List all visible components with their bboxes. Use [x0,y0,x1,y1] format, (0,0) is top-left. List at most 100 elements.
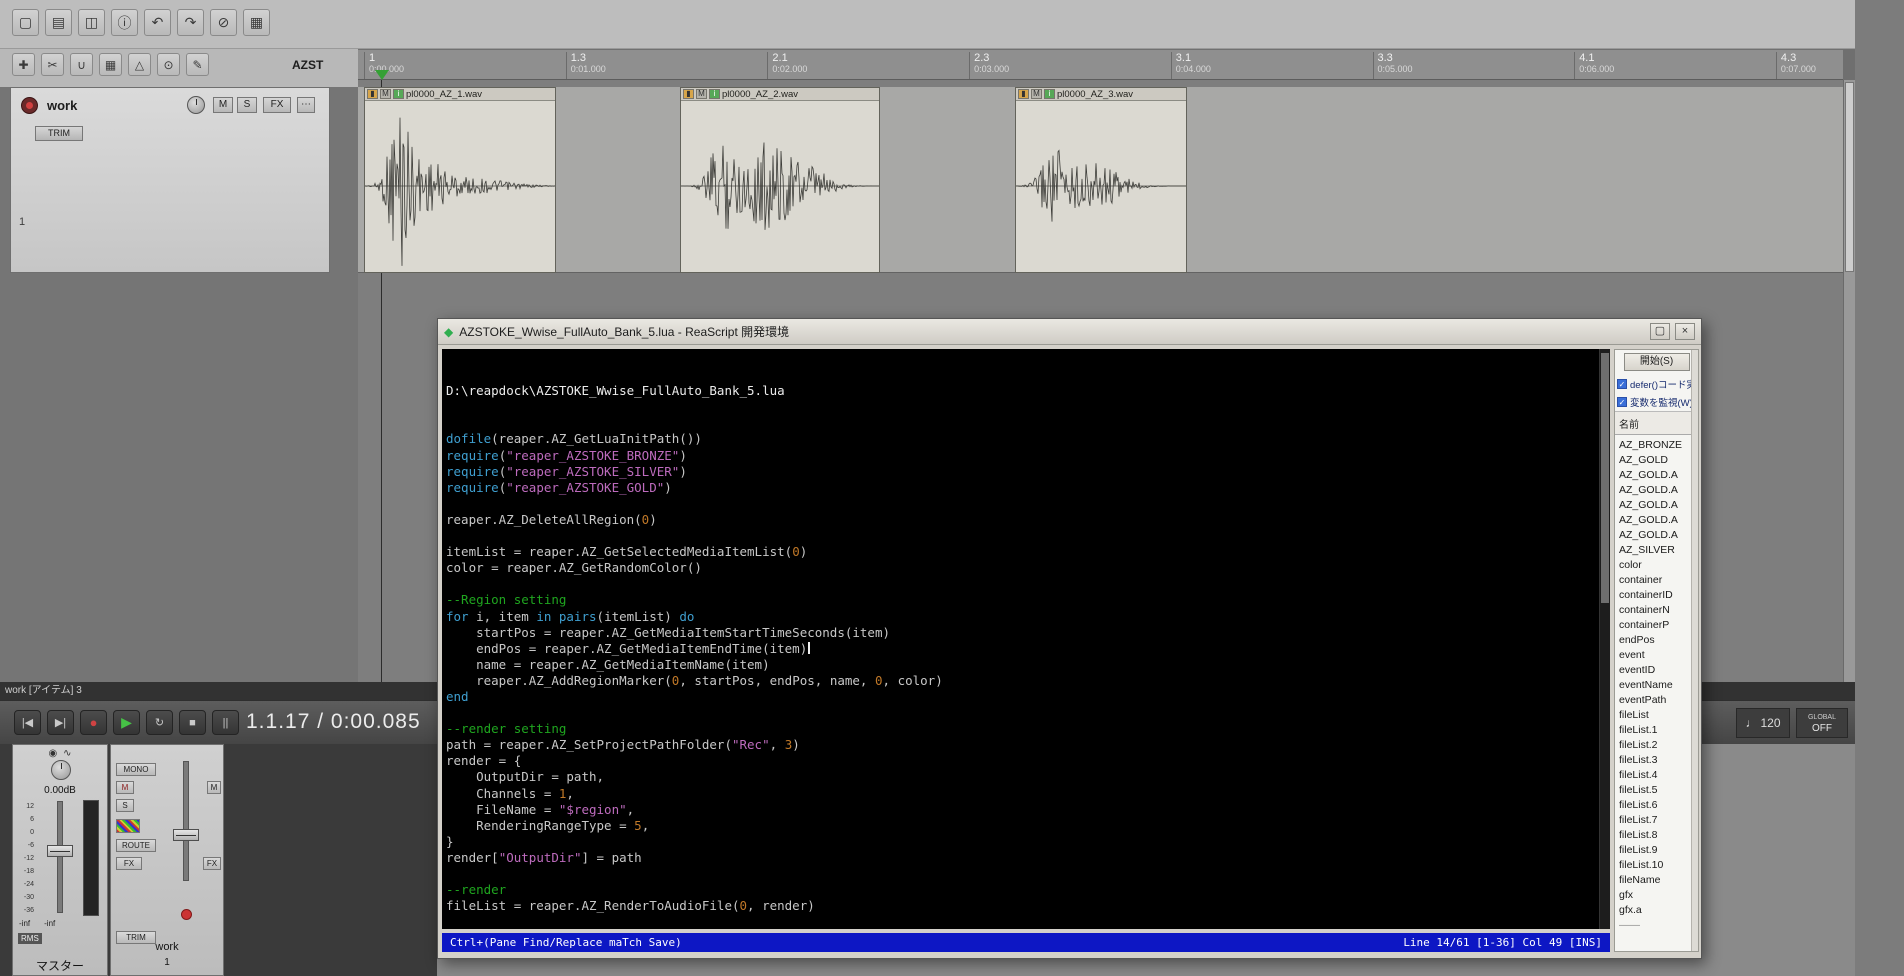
play-button[interactable]: ▶ [113,710,140,735]
panel-scrollbar[interactable] [1691,350,1698,951]
edit-cursor-icon[interactable]: ✚ [12,53,35,76]
item-mute-button[interactable]: M [1031,89,1042,99]
checkbox-checked-icon[interactable]: ✓ [1617,379,1627,389]
master-output-icon[interactable]: ◉ [48,748,57,759]
master-mono-icon[interactable]: ∿ [63,748,71,759]
undo-icon[interactable]: ↶ [144,9,171,36]
arrange-vertical-scrollbar[interactable] [1843,80,1855,682]
project-info-icon[interactable]: ⓘ [111,9,138,36]
watch-variable[interactable]: fileList.4 [1619,768,1698,783]
watch-variable[interactable]: fileList [1619,708,1698,723]
split-item-icon[interactable]: ✂ [41,53,64,76]
item-group-icon[interactable]: ▮ [367,89,378,99]
watch-variable[interactable]: containerP [1619,618,1698,633]
watch-variable[interactable]: fileList.9 [1619,843,1698,858]
edit-cursor-marker[interactable] [375,70,389,80]
watch-variable[interactable]: fileList.6 [1619,798,1698,813]
lock-toggle-icon[interactable]: ⊙ [157,53,180,76]
item-notes-button[interactable]: i [393,89,404,99]
lock-icon[interactable]: ⊘ [210,9,237,36]
master-rms-badge[interactable]: RMS [18,933,42,944]
grid-settings-icon[interactable]: ▦ [243,9,270,36]
mixer-fx-2-button[interactable]: FX [203,857,221,870]
editor-scrollbar[interactable] [1599,349,1610,929]
watch-name-header[interactable]: 名前 [1615,411,1698,435]
item-notes-button[interactable]: i [1044,89,1055,99]
item-notes-button[interactable]: i [709,89,720,99]
item-mute-button[interactable]: M [696,89,707,99]
pan-knob[interactable] [187,96,205,114]
watch-variable[interactable]: fileName [1619,873,1698,888]
tempo-value[interactable]: 120 [1760,716,1780,730]
close-button[interactable]: × [1675,323,1695,340]
watch-variable[interactable]: eventName [1619,678,1698,693]
track-fx-button[interactable]: FX [263,97,291,113]
watch-variable[interactable]: containerID [1619,588,1698,603]
goto-end-button[interactable]: ▶| [47,710,74,735]
mixer-mute-button[interactable]: M [116,781,134,794]
save-project-icon[interactable]: ◫ [78,9,105,36]
media-item[interactable]: ▮Mipl0000_AZ_3.wav [1015,87,1187,273]
watch-variable[interactable]: eventPath [1619,693,1698,708]
grid-snap-icon[interactable]: ▦ [99,53,122,76]
mixer-fx-button[interactable]: FX [116,857,142,870]
pause-button[interactable]: || [212,710,239,735]
watch-variable[interactable]: containerN [1619,603,1698,618]
mixer-solo-button[interactable]: S [116,799,134,812]
work-fader-handle[interactable] [173,829,199,841]
watch-variable[interactable]: AZ_GOLD [1619,453,1698,468]
item-group-icon[interactable]: ▮ [683,89,694,99]
watch-variable[interactable]: gfx.a [1619,903,1698,918]
transport-time-display[interactable]: 1.1.17 / 0:00.085 [246,710,421,734]
watch-variable[interactable]: fileList.3 [1619,753,1698,768]
new-project-icon[interactable]: ▢ [12,9,39,36]
track-envelope-trim-button[interactable]: TRIM [35,126,83,141]
start-script-button[interactable]: 開始(S) [1624,353,1690,371]
watch-variable[interactable]: fileList.7 [1619,813,1698,828]
stop-button[interactable]: ■ [179,710,206,735]
watch-checkbox-row[interactable]: ✓ 変数を監視(W) [1615,393,1698,411]
pan-fader[interactable] [116,819,140,833]
open-project-icon[interactable]: ▤ [45,9,72,36]
pencil-icon[interactable]: ✎ [186,53,209,76]
track-name[interactable]: work [47,98,77,113]
watch-variable[interactable]: AZ_GOLD.A [1619,528,1698,543]
mixer-mute-2-button[interactable]: M [207,781,221,794]
timeline-ruler[interactable]: 10:00.0001.30:01.0002.10:02.0002.30:03.0… [358,49,1843,80]
watch-variable[interactable]: event [1619,648,1698,663]
ide-titlebar[interactable]: ◆ AZSTOKE_Wwise_FullAuto_Bank_5.lua - Re… [438,319,1701,345]
master-mixer-strip[interactable]: ◉ ∿ 0.00dB 1260-6-12-18-24-30-36 -inf -i… [12,744,108,976]
mixer-record-arm[interactable] [181,909,192,920]
watch-variable[interactable]: fileList.5 [1619,783,1698,798]
watch-variable[interactable]: fileList.2 [1619,738,1698,753]
track-solo-button[interactable]: S [237,97,257,113]
watch-variable[interactable]: eventID [1619,663,1698,678]
metronome-icon[interactable]: △ [128,53,151,76]
watch-variable[interactable]: AZ_BRONZE [1619,438,1698,453]
watch-variable[interactable]: AZ_GOLD.A [1619,483,1698,498]
mixer-route-button[interactable]: ROUTE [116,839,156,852]
scrollbar-thumb[interactable] [1601,353,1609,603]
watch-variable[interactable]: gfx [1619,888,1698,903]
glue-items-icon[interactable]: ∪ [70,53,93,76]
goto-start-button[interactable]: |◀ [14,710,41,735]
watch-variable[interactable]: container [1619,573,1698,588]
media-item[interactable]: ▮Mipl0000_AZ_2.wav [680,87,880,273]
watch-variable[interactable]: AZ_SILVER [1619,543,1698,558]
item-mute-button[interactable]: M [380,89,391,99]
track-more-button[interactable]: ⋯ [297,97,315,113]
watch-variable[interactable]: endPos [1619,633,1698,648]
scrollbar-thumb[interactable] [1845,82,1854,272]
watch-variable[interactable]: color [1619,558,1698,573]
redo-icon[interactable]: ↷ [177,9,204,36]
record-arm-button[interactable] [21,97,38,114]
media-item[interactable]: ▮Mipl0000_AZ_1.wav [364,87,556,273]
watch-variable[interactable]: fileList.1 [1619,723,1698,738]
watch-variable[interactable]: AZ_GOLD.A [1619,498,1698,513]
checkbox-checked-icon[interactable]: ✓ [1617,397,1627,407]
track-mute-button[interactable]: M [213,97,233,113]
work-mixer-strip[interactable]: MONO M S ROUTE FX M FX TRIM work 1 [110,744,224,976]
code-editor[interactable]: D:\reapdock\AZSTOKE_Wwise_FullAuto_Bank_… [442,349,1610,929]
mixer-mono-button[interactable]: MONO [116,763,156,776]
repeat-button[interactable]: ↻ [146,710,173,735]
